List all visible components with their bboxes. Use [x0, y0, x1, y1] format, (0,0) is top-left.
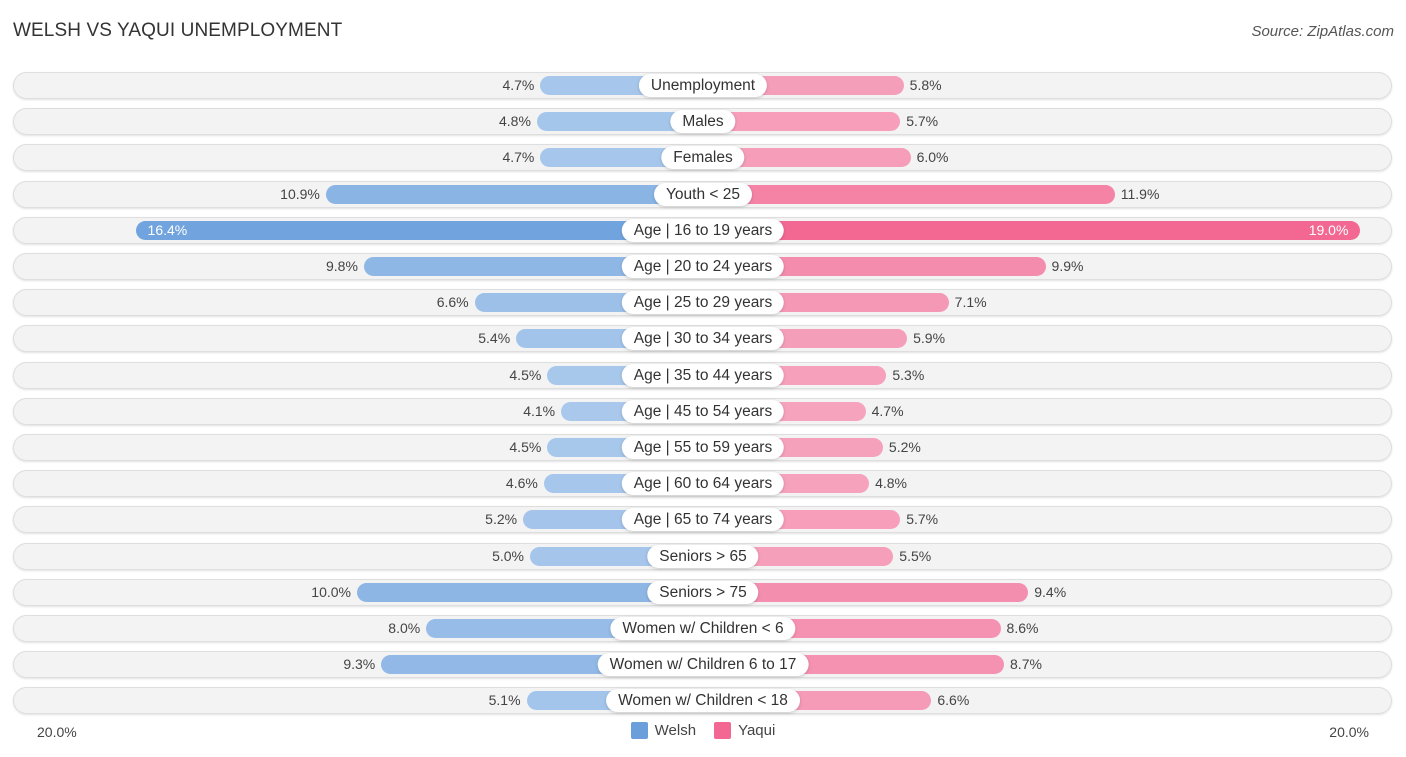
value-label-yaqui: 5.7%: [906, 511, 939, 528]
value-label-welsh: 5.0%: [492, 547, 524, 564]
legend-item-welsh[interactable]: Welsh: [630, 722, 697, 739]
bar-welsh[interactable]: [325, 184, 703, 204]
value-label-yaqui: 6.6%: [937, 692, 970, 709]
value-label-yaqui: 7.1%: [954, 294, 987, 311]
value-label-yaqui: 19.0%: [1308, 221, 1349, 238]
value-label-yaqui: 8.7%: [1010, 656, 1042, 673]
value-label-welsh: 5.4%: [478, 330, 511, 347]
category-label: Age | 25 to 29 years: [621, 291, 785, 315]
legend-swatch-welsh: [630, 722, 648, 739]
legend-swatch-yaqui: [714, 722, 732, 739]
value-label-welsh: 5.2%: [485, 511, 518, 528]
value-label-welsh: 4.8%: [499, 113, 531, 130]
value-label-yaqui: 4.8%: [875, 475, 907, 492]
category-label: Males: [670, 110, 736, 134]
value-label-yaqui: 5.3%: [892, 366, 925, 383]
chart-area: 4.7% 5.8% Unemployment 4.8% 5.7% Males 4.7% 6.0…: [0, 0, 1406, 757]
value-label-yaqui: 11.9%: [1120, 185, 1160, 202]
value-label-yaqui: 8.6%: [1006, 620, 1039, 636]
bar-yaqui[interactable]: [703, 184, 1115, 204]
value-label-welsh: 5.1%: [488, 692, 521, 709]
value-label-welsh: 4.5%: [509, 366, 542, 383]
legend-label-welsh: Welsh: [654, 722, 697, 739]
value-label-welsh: 6.6%: [436, 294, 469, 311]
value-label-yaqui: 5.9%: [913, 330, 946, 347]
category-label: Age | 60 to 64 years: [621, 472, 785, 496]
value-label-yaqui: 5.7%: [906, 113, 939, 130]
value-label-welsh: 4.5%: [509, 439, 542, 455]
category-label: Age | 20 to 24 years: [621, 255, 785, 278]
legend-item-yaqui[interactable]: Yaqui: [714, 722, 775, 739]
value-label-welsh: 4.7%: [502, 77, 535, 93]
category-label: Females: [661, 146, 745, 170]
value-label-welsh: 9.8%: [326, 258, 358, 274]
value-label-welsh: 16.4%: [147, 221, 188, 238]
category-label: Women w/ Children < 6: [610, 617, 796, 640]
category-label: Age | 55 to 59 years: [621, 436, 785, 459]
category-label: Seniors > 75: [647, 580, 759, 604]
value-label-yaqui: 6.0%: [916, 149, 949, 166]
value-label-yaqui: 5.5%: [899, 547, 932, 564]
category-label: Age | 45 to 54 years: [621, 399, 785, 423]
value-label-yaqui: 4.7%: [871, 402, 904, 419]
category-label: Women w/ Children 6 to 17: [597, 653, 809, 677]
value-label-welsh: 8.0%: [388, 620, 421, 636]
category-label: Women w/ Children < 18: [606, 689, 800, 713]
legend: Welsh Yaqui: [0, 722, 1406, 739]
category-label: Age | 16 to 19 years: [621, 218, 785, 242]
value-label-welsh: 9.3%: [343, 656, 376, 673]
value-label-yaqui: 9.9%: [1051, 258, 1084, 274]
category-label: Age | 65 to 74 years: [621, 508, 785, 532]
value-label-welsh: 4.1%: [523, 402, 556, 419]
value-label-yaqui: 5.8%: [909, 77, 942, 93]
legend-label-yaqui: Yaqui: [738, 722, 776, 739]
bar-yaqui[interactable]: [703, 220, 1361, 240]
category-label: Age | 35 to 44 years: [621, 363, 785, 387]
category-label: Unemployment: [638, 74, 768, 97]
value-label-welsh: 4.6%: [505, 475, 538, 492]
bar-welsh[interactable]: [135, 220, 703, 240]
category-label: Age | 30 to 34 years: [621, 327, 785, 351]
value-label-welsh: 10.9%: [280, 185, 320, 202]
value-label-welsh: 4.7%: [502, 149, 535, 166]
category-label: Youth < 25: [654, 182, 752, 206]
category-label: Seniors > 65: [647, 544, 759, 568]
value-label-welsh: 10.0%: [311, 583, 351, 600]
value-label-yaqui: 5.2%: [888, 439, 921, 455]
value-label-yaqui: 9.4%: [1034, 583, 1067, 600]
